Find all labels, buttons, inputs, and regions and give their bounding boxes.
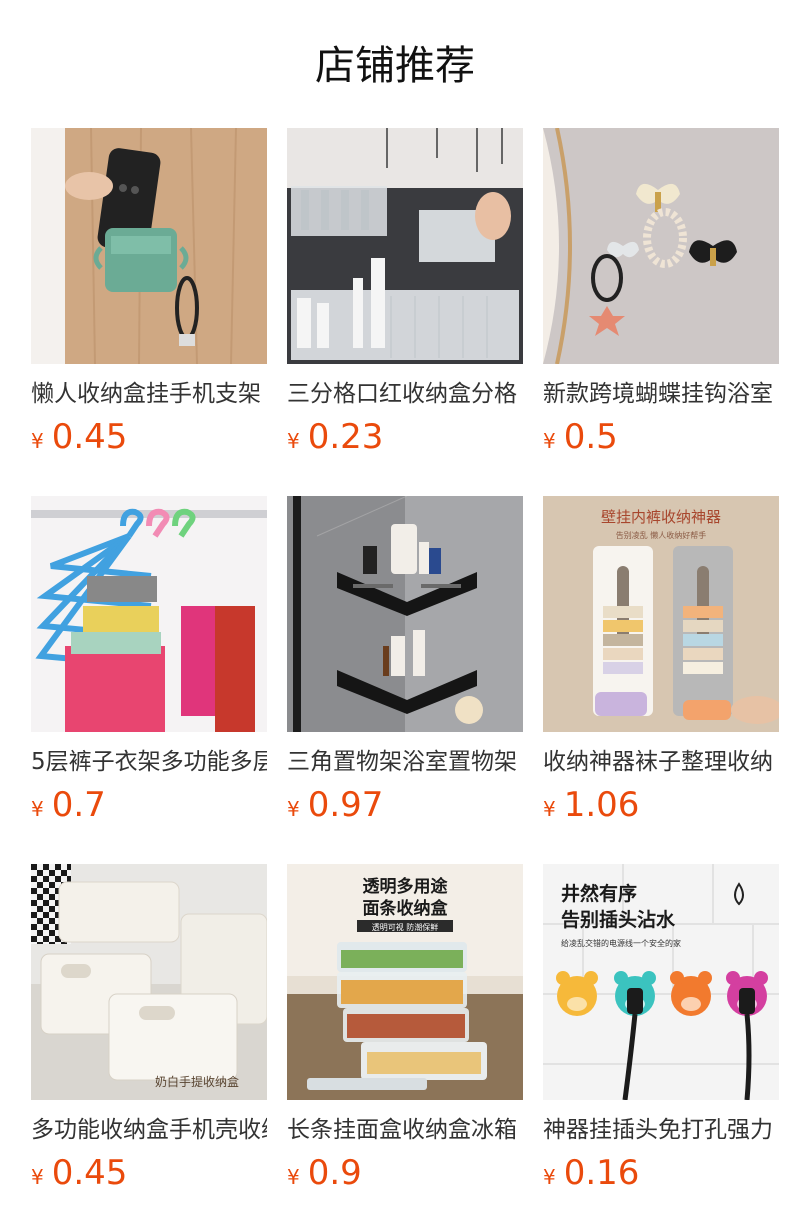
image-headline: 透明多用途 (363, 876, 449, 897)
product-image[interactable] (287, 128, 523, 364)
section-title: 店铺推荐 (315, 43, 475, 89)
product-card[interactable]: 新款跨境蝴蝶挂钩浴室 ¥0.5 (543, 128, 779, 496)
image-subline: 给凌乱交错的电源线一个安全的家 (561, 938, 681, 948)
product-image[interactable]: 奶白手提收纳盒 (31, 864, 267, 1100)
currency-symbol: ¥ (287, 1165, 300, 1189)
product-name[interactable]: 三分格口红收纳盒分格 (287, 379, 523, 409)
image-subline: 告别凌乱 懒人收纳好帮手 (616, 530, 707, 540)
product-price: ¥0.9 (287, 1153, 523, 1199)
product-name[interactable]: 长条挂面盒收纳盒冰箱 (287, 1115, 523, 1145)
product-image[interactable] (31, 128, 267, 364)
product-card[interactable]: 壁挂内裤收纳神器 告别凌乱 懒人收纳好帮手 收纳神器袜子整理收纳 ¥ 1.06 (543, 496, 779, 864)
price-value: 0.9 (307, 1153, 362, 1193)
product-image[interactable]: 壁挂内裤收纳神器 告别凌乱 懒人收纳好帮手 (543, 496, 779, 732)
currency-symbol: ¥ (287, 797, 300, 821)
product-price: ¥0.7 (31, 785, 267, 831)
currency-symbol: ¥ (31, 1165, 44, 1189)
image-headline-2: 告别插头沾水 (561, 908, 676, 931)
product-price: ¥1.06 (543, 785, 779, 831)
product-price: ¥0.45 (31, 417, 267, 463)
currency-symbol: ¥ (31, 429, 44, 453)
currency-symbol: ¥ (543, 797, 556, 821)
price-value: 0.97 (307, 785, 384, 825)
price-value: 0.7 (51, 785, 106, 825)
product-price: ¥0.23 (287, 417, 523, 463)
price-value: 0.45 (51, 1153, 128, 1193)
product-image[interactable] (31, 496, 267, 732)
product-price: ¥0.97 (287, 785, 523, 831)
product-price: ¥0.5 (543, 417, 779, 463)
currency-symbol: ¥ (31, 797, 44, 821)
product-card[interactable]: 5层裤子衣架多功能多层 ¥0.7 (31, 496, 267, 864)
product-image[interactable] (287, 496, 523, 732)
image-headline: 井然有序 (561, 882, 637, 905)
product-price: ¥0.16 (543, 1153, 779, 1199)
product-card[interactable]: 透明多用途 面条收纳盒 透明可视 防潮保鲜 长条挂面盒收纳盒冰箱 ¥0.9 (287, 864, 523, 1232)
product-image[interactable]: 透明多用途 面条收纳盒 透明可视 防潮保鲜 (287, 864, 523, 1100)
image-headline-2: 面条收纳盒 (363, 898, 449, 919)
currency-symbol: ¥ (543, 1165, 556, 1189)
product-name[interactable]: 新款跨境蝴蝶挂钩浴室 (543, 379, 779, 409)
product-card[interactable]: 井然有序 告别插头沾水 给凌乱交错的电源线一个安全的家 神器挂插头免打孔强力 ¥… (543, 864, 779, 1232)
product-price: ¥0.45 (31, 1153, 267, 1199)
image-headline: 壁挂内裤收纳神器 (601, 508, 721, 526)
product-card[interactable]: 三角置物架浴室置物架 ¥0.97 (287, 496, 523, 864)
currency-symbol: ¥ (287, 429, 300, 453)
price-value: 0.45 (51, 417, 128, 457)
image-tag: 透明可视 防潮保鲜 (372, 922, 439, 932)
product-name[interactable]: 收纳神器袜子整理收纳 (543, 747, 779, 777)
currency-symbol: ¥ (543, 429, 556, 453)
price-value: 0.5 (563, 417, 618, 457)
product-name[interactable]: 5层裤子衣架多功能多层 (31, 747, 267, 777)
product-grid: 懒人收纳盒挂手机支架 ¥0.45 三分格口红收纳盒分格 ¥ 0.23 新款跨境蝴… (31, 128, 779, 1232)
product-card[interactable]: 三分格口红收纳盒分格 ¥0.23 (287, 128, 523, 496)
product-image[interactable] (543, 128, 779, 364)
product-name[interactable]: 三角置物架浴室置物架 (287, 747, 523, 777)
product-name[interactable]: 懒人收纳盒挂手机支架 (31, 379, 267, 409)
product-card[interactable]: 懒人收纳盒挂手机支架 ¥0.45 (31, 128, 267, 496)
price-value: 1.06 (563, 785, 640, 825)
product-image[interactable]: 井然有序 告别插头沾水 给凌乱交错的电源线一个安全的家 (543, 864, 779, 1100)
product-name[interactable]: 神器挂插头免打孔强力 (543, 1115, 779, 1145)
product-card[interactable]: 奶白手提收纳盒 多功能收纳盒手机壳收纳 ¥0.45 (31, 864, 267, 1232)
image-caption: 奶白手提收纳盒 (155, 1074, 239, 1089)
price-value: 0.23 (307, 417, 384, 457)
product-name[interactable]: 多功能收纳盒手机壳收纳 (31, 1115, 267, 1145)
price-value: 0.16 (563, 1153, 640, 1193)
